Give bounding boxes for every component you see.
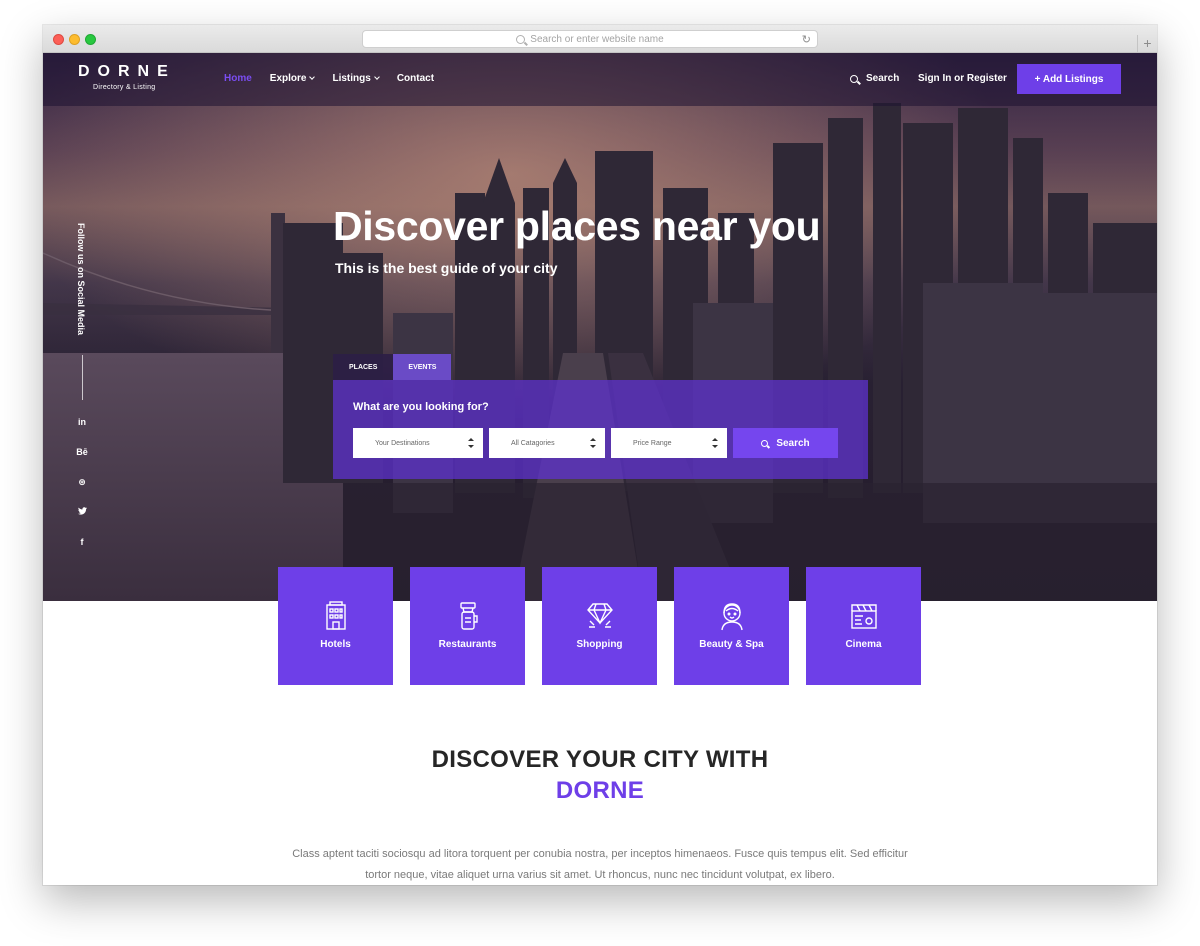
twitter-icon[interactable] bbox=[76, 507, 88, 517]
diamond-icon bbox=[587, 603, 613, 628]
nav-explore[interactable]: Explore bbox=[269, 73, 316, 84]
nav-contact[interactable]: Contact bbox=[397, 73, 434, 84]
category-shopping-label: Shopping bbox=[576, 639, 623, 650]
discover-heading: DISCOVER YOUR CITY WITH bbox=[431, 746, 769, 773]
city-skyline-image bbox=[43, 53, 1157, 601]
top-navigation: DORNE Directory & Listing Home Explore L… bbox=[43, 53, 1157, 106]
categories-select-value: All Catagories bbox=[511, 439, 555, 447]
category-restaurants[interactable]: Restaurants bbox=[410, 567, 525, 685]
coffee-cup-icon bbox=[460, 602, 478, 630]
linkedin-icon[interactable]: in bbox=[76, 417, 88, 427]
hero-title: Discover places near you bbox=[333, 203, 821, 249]
hotel-icon bbox=[326, 601, 346, 630]
dribbble-icon[interactable]: ⊛ bbox=[76, 477, 88, 488]
close-window-button[interactable] bbox=[53, 34, 64, 45]
category-cinema[interactable]: Cinema bbox=[806, 567, 921, 685]
browser-toolbar: Search or enter website name ↻ + bbox=[43, 25, 1157, 53]
destinations-select[interactable]: Your Destinations bbox=[353, 428, 483, 458]
address-bar[interactable]: Search or enter website name ↻ bbox=[362, 30, 818, 48]
tab-events[interactable]: EVENTS bbox=[393, 354, 452, 380]
search-panel-label: What are you looking for? bbox=[353, 401, 489, 413]
minimize-window-button[interactable] bbox=[69, 34, 80, 45]
hero-subtitle: This is the best guide of your city bbox=[335, 260, 558, 276]
nav-explore-label: Explore bbox=[269, 73, 307, 84]
clapperboard-icon bbox=[851, 604, 877, 629]
woman-face-icon bbox=[721, 603, 743, 631]
brand-tagline: Directory & Listing bbox=[93, 84, 156, 91]
divider bbox=[82, 355, 83, 400]
add-listings-button[interactable]: + Add Listings bbox=[1017, 64, 1121, 94]
category-beauty-spa[interactable]: Beauty & Spa bbox=[674, 567, 789, 685]
category-beauty-spa-label: Beauty & Spa bbox=[699, 639, 764, 650]
search-icon bbox=[516, 34, 526, 44]
category-tiles: Hotels Restaurants Shopping Beauty & Spa… bbox=[278, 567, 921, 685]
twitter-bird-glyph bbox=[77, 507, 87, 515]
chevron-down-icon bbox=[309, 74, 316, 80]
site-logo[interactable]: DORNE Directory & Listing bbox=[78, 63, 176, 91]
category-restaurants-label: Restaurants bbox=[438, 639, 497, 650]
category-hotels-label: Hotels bbox=[320, 639, 351, 650]
nav-home-label: Home bbox=[224, 73, 252, 84]
category-cinema-label: Cinema bbox=[845, 639, 882, 650]
tab-places[interactable]: PLACES bbox=[333, 354, 394, 380]
category-hotels[interactable]: Hotels bbox=[278, 567, 393, 685]
discover-brand: DORNE bbox=[555, 777, 645, 804]
brand-name: DORNE bbox=[78, 63, 176, 80]
new-tab-button[interactable]: + bbox=[1137, 35, 1157, 53]
nav-listings[interactable]: Listings bbox=[332, 73, 380, 84]
nav-search-label: Search bbox=[866, 73, 900, 84]
nav-contact-label: Contact bbox=[396, 73, 435, 84]
nav-home[interactable]: Home bbox=[224, 73, 252, 84]
search-tabs: PLACES EVENTS bbox=[333, 354, 452, 380]
maximize-window-button[interactable] bbox=[85, 34, 96, 45]
price-range-select-value: Price Range bbox=[633, 439, 672, 447]
follow-social-text: Follow us on Social Media bbox=[76, 223, 86, 336]
search-icon bbox=[850, 74, 858, 83]
web-page: DORNE Directory & Listing Home Explore L… bbox=[43, 53, 1157, 885]
browser-window: Search or enter website name ↻ + DORNE D… bbox=[43, 25, 1157, 885]
search-submit-button[interactable]: Search bbox=[733, 428, 838, 458]
destinations-select-value: Your Destinations bbox=[375, 439, 430, 447]
facebook-icon[interactable]: f bbox=[76, 537, 88, 547]
behance-icon[interactable]: Bē bbox=[76, 447, 88, 457]
sign-in-link[interactable]: Sign In or Register bbox=[918, 73, 1007, 84]
nav-listings-label: Listings bbox=[332, 73, 371, 84]
address-bar-placeholder: Search or enter website name bbox=[530, 33, 664, 45]
search-submit-label: Search bbox=[776, 437, 810, 449]
categories-select[interactable]: All Catagories bbox=[489, 428, 605, 458]
discover-paragraph: Class aptent taciti sociosqu ad litora t… bbox=[292, 848, 908, 881]
price-range-select[interactable]: Price Range bbox=[611, 428, 727, 458]
search-icon bbox=[761, 439, 769, 447]
sort-arrows-icon bbox=[468, 438, 474, 448]
chevron-down-icon bbox=[373, 74, 380, 80]
main-menu: Home Explore Listings Contact bbox=[224, 73, 452, 84]
hero-section: DORNE Directory & Listing Home Explore L… bbox=[43, 53, 1157, 601]
search-panel: What are you looking for? Your Destinati… bbox=[333, 380, 868, 479]
nav-search-button[interactable]: Search bbox=[850, 73, 899, 84]
category-shopping[interactable]: Shopping bbox=[542, 567, 657, 685]
reload-icon[interactable]: ↻ bbox=[802, 33, 811, 46]
sort-arrows-icon bbox=[590, 438, 596, 448]
sort-arrows-icon bbox=[712, 438, 718, 448]
